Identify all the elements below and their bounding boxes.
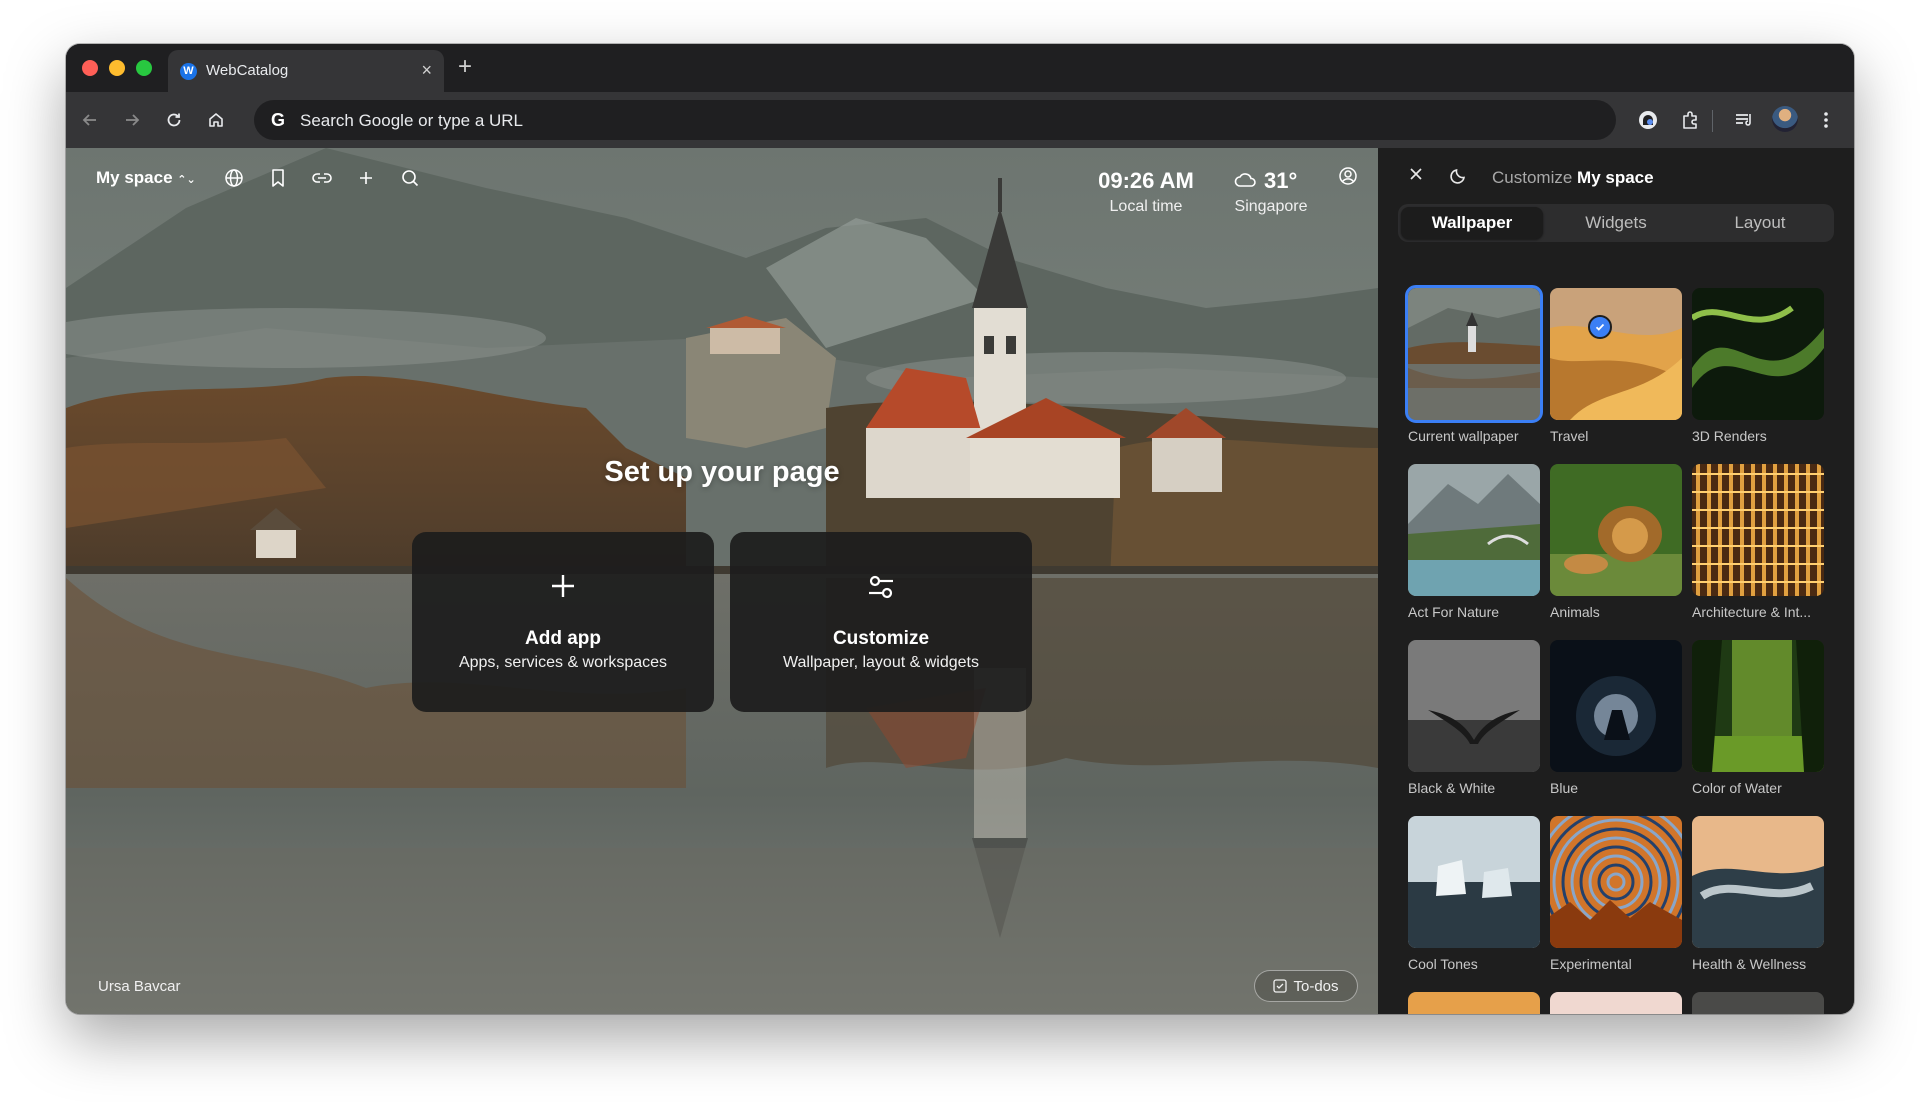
wallpaper-thumbnail[interactable] bbox=[1550, 992, 1682, 1014]
setup-heading: Set up your page bbox=[604, 456, 840, 488]
wallpaper-thumbnail[interactable] bbox=[1550, 288, 1682, 420]
wallpaper-thumbnail[interactable] bbox=[1692, 464, 1824, 596]
more-menu-icon[interactable] bbox=[1812, 106, 1840, 134]
tab-widgets[interactable]: Widgets bbox=[1545, 207, 1687, 239]
selected-check-icon bbox=[1588, 315, 1612, 339]
forward-arrow-icon[interactable] bbox=[118, 106, 146, 134]
panel-title-prefix: Customize bbox=[1492, 168, 1573, 187]
omnibox-placeholder: Search Google or type a URL bbox=[300, 111, 524, 130]
chevron-updown-icon: ⌃⌄ bbox=[177, 174, 196, 186]
wallpaper-label: Cool Tones bbox=[1408, 956, 1478, 972]
wallpaper-label: Travel bbox=[1550, 428, 1589, 444]
wallpaper-label: Current wallpaper bbox=[1408, 428, 1519, 444]
close-icon[interactable] bbox=[1408, 166, 1424, 182]
maximize-window-button[interactable] bbox=[136, 60, 152, 76]
link-icon[interactable] bbox=[310, 166, 334, 190]
customize-subtitle: Wallpaper, layout & widgets bbox=[783, 654, 979, 671]
cloud-icon bbox=[1234, 173, 1256, 187]
google-g-icon: G bbox=[270, 110, 285, 130]
wallpaper-label: Experimental bbox=[1550, 956, 1632, 972]
sliders-icon bbox=[730, 572, 1032, 602]
wallpaper-thumbnail[interactable] bbox=[1692, 816, 1824, 948]
customize-tabs: Wallpaper Widgets Layout bbox=[1398, 204, 1834, 242]
wallpaper-thumbnail[interactable] bbox=[1408, 992, 1540, 1014]
weather-city: Singapore bbox=[1234, 198, 1308, 215]
webcatalog-favicon-icon: W bbox=[180, 63, 197, 80]
wallpaper-label: Architecture & Int... bbox=[1692, 604, 1812, 620]
reload-icon[interactable] bbox=[160, 106, 188, 134]
space-topbar: My space ⌃⌄ 09:26 AM Local time 31° Sing… bbox=[66, 148, 1378, 215]
wallpaper-label: Color of Water bbox=[1692, 780, 1782, 796]
reading-list-icon[interactable] bbox=[1730, 106, 1758, 134]
photo-credit[interactable]: Ursa Bavcar bbox=[98, 978, 181, 995]
new-tab-page: My space ⌃⌄ 09:26 AM Local time 31° Sing… bbox=[66, 148, 1378, 1014]
wallpaper-thumbnail[interactable] bbox=[1550, 640, 1682, 772]
wallpaper-label: Blue bbox=[1550, 780, 1579, 796]
wallpaper-thumbnail[interactable] bbox=[1550, 464, 1682, 596]
wallpaper-thumbnail[interactable] bbox=[1408, 816, 1540, 948]
clock-time: 09:26 AM bbox=[1098, 168, 1194, 193]
tab-layout[interactable]: Layout bbox=[1689, 207, 1831, 239]
wallpaper-thumbnail[interactable] bbox=[1408, 640, 1540, 772]
wallpaper-label: Act For Nature bbox=[1408, 604, 1500, 620]
tab-webcatalog[interactable]: W WebCatalog × bbox=[168, 50, 444, 92]
checkbox-icon bbox=[1273, 979, 1288, 993]
tab-title: WebCatalog bbox=[206, 62, 289, 79]
browser-extension-icon[interactable] bbox=[1634, 106, 1662, 134]
space-name: My space bbox=[96, 168, 173, 187]
panel-title-space: My space bbox=[1577, 168, 1654, 187]
wallpaper-thumbnail[interactable] bbox=[1692, 640, 1824, 772]
wallpaper-thumbnail[interactable] bbox=[1692, 288, 1824, 420]
search-icon[interactable] bbox=[398, 166, 422, 190]
weather-temperature: 31° bbox=[1264, 168, 1298, 193]
tab-strip: W WebCatalog × + bbox=[66, 44, 1854, 92]
wallpaper-thumbnail[interactable] bbox=[1405, 285, 1543, 423]
clock-label: Local time bbox=[1109, 198, 1183, 215]
lake-church-wallpaper bbox=[66, 148, 1378, 1014]
customize-card[interactable]: Customize Wallpaper, layout & widgets bbox=[730, 532, 1032, 712]
profile-avatar[interactable] bbox=[1772, 106, 1798, 132]
omnibox[interactable]: G Search Google or type a URL bbox=[254, 100, 1616, 140]
new-tab-plus-icon[interactable]: + bbox=[458, 54, 472, 80]
wallpaper-label: 3D Renders bbox=[1692, 428, 1767, 444]
back-arrow-icon[interactable] bbox=[76, 106, 104, 134]
wallpaper-thumbnail[interactable] bbox=[1550, 816, 1682, 948]
browser-window: W WebCatalog × + G Search Google or type… bbox=[66, 44, 1854, 1014]
plus-icon bbox=[412, 572, 714, 600]
globe-icon[interactable] bbox=[222, 166, 246, 190]
home-icon[interactable] bbox=[202, 106, 230, 134]
wallpaper-label: Black & White bbox=[1408, 780, 1496, 796]
add-app-title: Add app bbox=[525, 628, 601, 649]
tab-wallpaper[interactable]: Wallpaper bbox=[1401, 207, 1543, 239]
wallpaper-label: Animals bbox=[1550, 604, 1600, 620]
add-app-subtitle: Apps, services & workspaces bbox=[458, 654, 668, 671]
customize-panel: Customize My space Wallpaper Widgets Lay… bbox=[1378, 148, 1854, 1014]
add-app-card[interactable]: Add app Apps, services & workspaces bbox=[412, 532, 714, 712]
todos-button[interactable]: To-dos bbox=[1254, 970, 1358, 1002]
wallpaper-thumbnail[interactable] bbox=[1692, 992, 1824, 1014]
panel-title: Customize My space bbox=[1492, 168, 1654, 188]
wallpaper-label: Health & Wellness bbox=[1692, 956, 1807, 972]
bookmark-icon[interactable] bbox=[266, 166, 290, 190]
wallpaper-thumbnail[interactable] bbox=[1408, 464, 1540, 596]
toolbar-divider bbox=[1712, 110, 1713, 132]
todos-label: To-dos bbox=[1293, 977, 1339, 995]
extensions-puzzle-icon[interactable] bbox=[1676, 106, 1704, 134]
browser-toolbar: G Search Google or type a URL bbox=[66, 92, 1854, 148]
customize-title: Customize bbox=[832, 628, 930, 649]
tab-close-icon[interactable]: × bbox=[421, 59, 432, 81]
space-switcher[interactable]: My space ⌃⌄ bbox=[96, 168, 196, 188]
dark-mode-moon-icon[interactable] bbox=[1450, 166, 1468, 184]
close-window-button[interactable] bbox=[82, 60, 98, 76]
minimize-window-button[interactable] bbox=[109, 60, 125, 76]
add-plus-icon[interactable] bbox=[354, 166, 378, 190]
account-icon[interactable] bbox=[1338, 166, 1358, 186]
